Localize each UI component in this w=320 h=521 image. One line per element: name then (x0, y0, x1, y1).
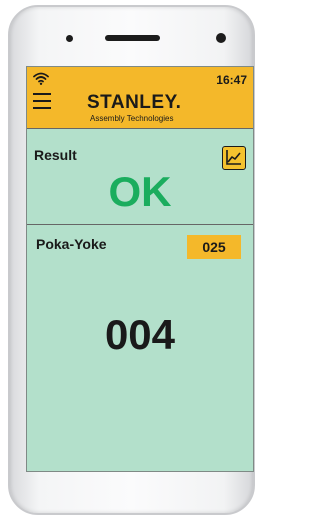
front-camera (216, 33, 226, 43)
poka-yoke-label: Poka-Yoke (36, 236, 107, 252)
chart-button[interactable] (222, 146, 246, 170)
result-label: Result (34, 147, 77, 163)
brand-logo: STANLEY. (87, 92, 182, 113)
poka-yoke-badge: 025 (187, 235, 241, 259)
clock-time: 16:47 (216, 73, 247, 87)
brand-subtitle: Assembly Technologies (90, 114, 174, 123)
app-screen: 16:47 STANLEY. Assembly Technologies Res… (26, 66, 254, 472)
line-chart-icon (226, 150, 241, 165)
result-status: OK (108, 168, 172, 215)
poka-yoke-count: 004 (104, 311, 176, 358)
earpiece-speaker (105, 35, 160, 41)
wifi-icon (33, 72, 49, 85)
section-divider (27, 224, 253, 225)
sensor-dot (66, 35, 73, 42)
hamburger-menu-icon[interactable] (33, 93, 51, 109)
header-bar: 16:47 STANLEY. Assembly Technologies (27, 67, 253, 129)
